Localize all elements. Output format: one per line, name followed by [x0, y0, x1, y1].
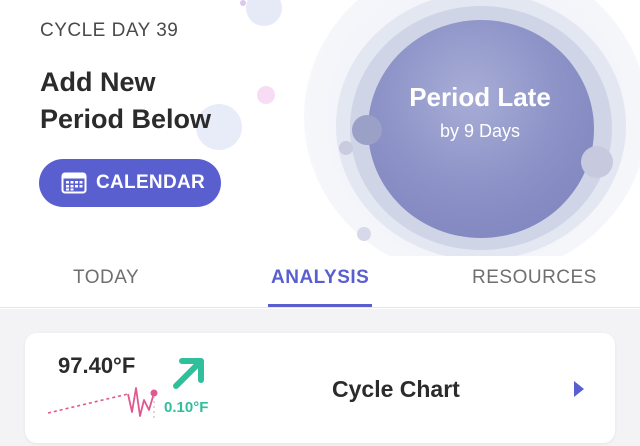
decor-bubble: [240, 0, 246, 6]
period-status-title: Period Late: [409, 82, 551, 112]
chevron-right-icon[interactable]: [572, 380, 586, 398]
decor-bubble: [246, 0, 282, 26]
cycle-day-label: CYCLE DAY 39: [40, 20, 179, 41]
add-period-heading-line2: Period Below: [40, 104, 212, 134]
hero-section: CYCLE DAY 39 Add New Period Below CALEND…: [0, 0, 640, 256]
trend-up-arrow-icon: [173, 358, 204, 389]
calendar-button[interactable]: CALENDAR: [39, 159, 221, 207]
add-period-heading: Add New Period Below: [40, 64, 260, 138]
active-tab-indicator: [268, 304, 372, 307]
tab-today[interactable]: TODAY: [73, 267, 139, 289]
add-period-heading-line1: Add New: [40, 67, 156, 97]
calendar-button-label: CALENDAR: [96, 172, 206, 193]
temperature-sparkline: [47, 387, 158, 418]
decor-bubble: [339, 141, 353, 155]
calendar-icon: [61, 172, 87, 194]
tab-bar: TODAY ANALYSIS RESOURCES: [0, 256, 640, 308]
period-status-subtitle: by 9 Days: [439, 121, 521, 141]
cycle-chart-title: Cycle Chart: [332, 376, 460, 402]
temperature-change: 0.10°F: [164, 399, 209, 416]
decor-bubble: [357, 227, 371, 241]
tab-resources[interactable]: RESOURCES: [472, 267, 597, 289]
tab-analysis[interactable]: ANALYSIS: [271, 267, 369, 289]
decor-bubble: [581, 146, 613, 178]
decor-bubble: [352, 115, 382, 145]
